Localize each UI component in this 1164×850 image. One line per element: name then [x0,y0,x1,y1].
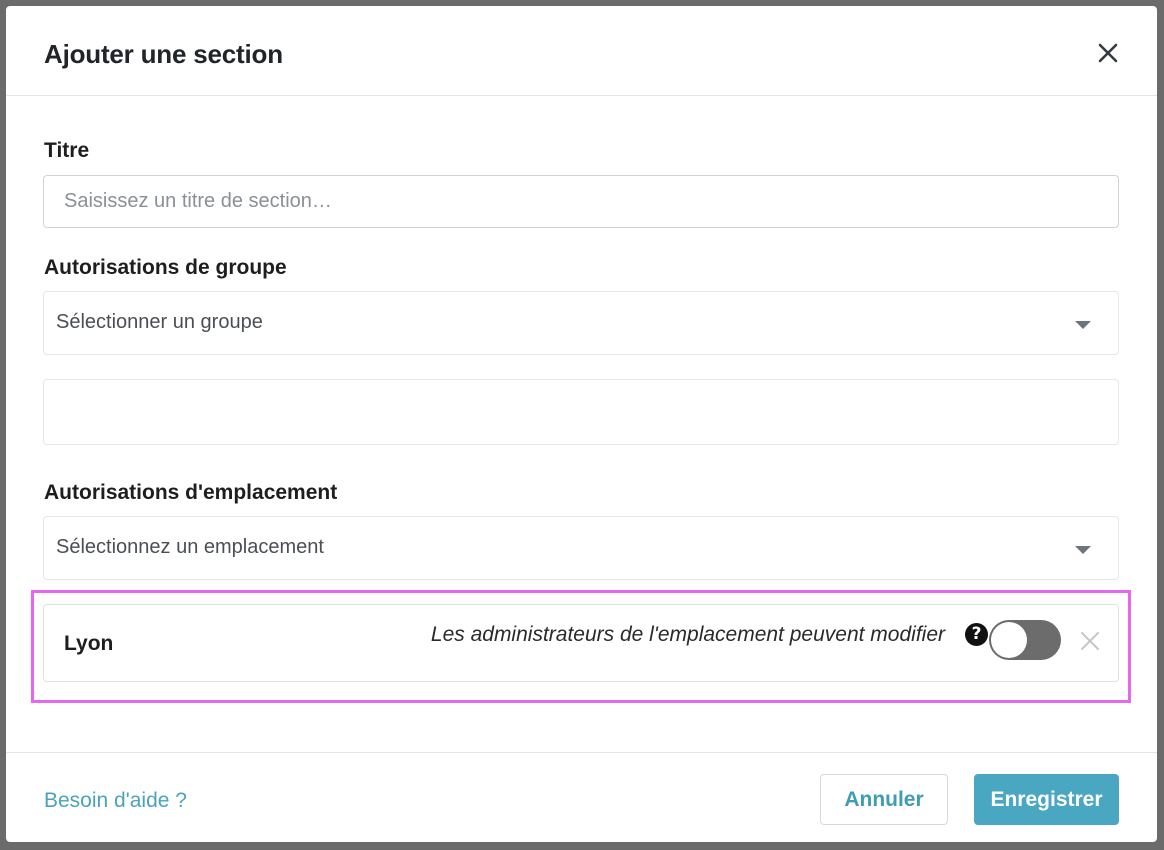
admin-edit-toggle[interactable] [989,620,1061,660]
dialog-footer: Besoin d'aide ? Annuler Enregistrer [6,752,1157,842]
location-name: Lyon [64,632,114,655]
location-permissions-label: Autorisations d'emplacement [44,481,338,504]
location-select-value: Sélectionnez un emplacement [56,536,324,558]
cancel-button[interactable]: Annuler [820,774,948,825]
title-label: Titre [44,139,90,162]
chevron-down-icon [1075,546,1091,554]
remove-icon[interactable] [1080,631,1100,651]
chevron-down-icon [1075,321,1091,329]
save-button[interactable]: Enregistrer [974,774,1119,825]
help-circle-icon[interactable]: ? [965,623,988,646]
group-select-value: Sélectionner un groupe [56,311,263,333]
section-title-input[interactable] [43,175,1119,228]
selected-groups-box [43,379,1119,445]
group-select[interactable]: Sélectionner un groupe [43,291,1119,355]
toggle-knob [991,622,1027,658]
location-permission-text: Les administrateurs de l'emplacement peu… [430,623,945,646]
location-item: Lyon Les administrateurs de l'emplacemen… [43,604,1119,682]
add-section-dialog: Ajouter une section Titre Autorisations … [6,6,1157,842]
close-icon[interactable] [1095,40,1121,66]
location-select[interactable]: Sélectionnez un emplacement [43,516,1119,580]
dialog-title: Ajouter une section [44,39,283,69]
dialog-header: Ajouter une section [6,6,1157,96]
help-link[interactable]: Besoin d'aide ? [44,789,187,813]
group-permissions-label: Autorisations de groupe [44,256,287,279]
